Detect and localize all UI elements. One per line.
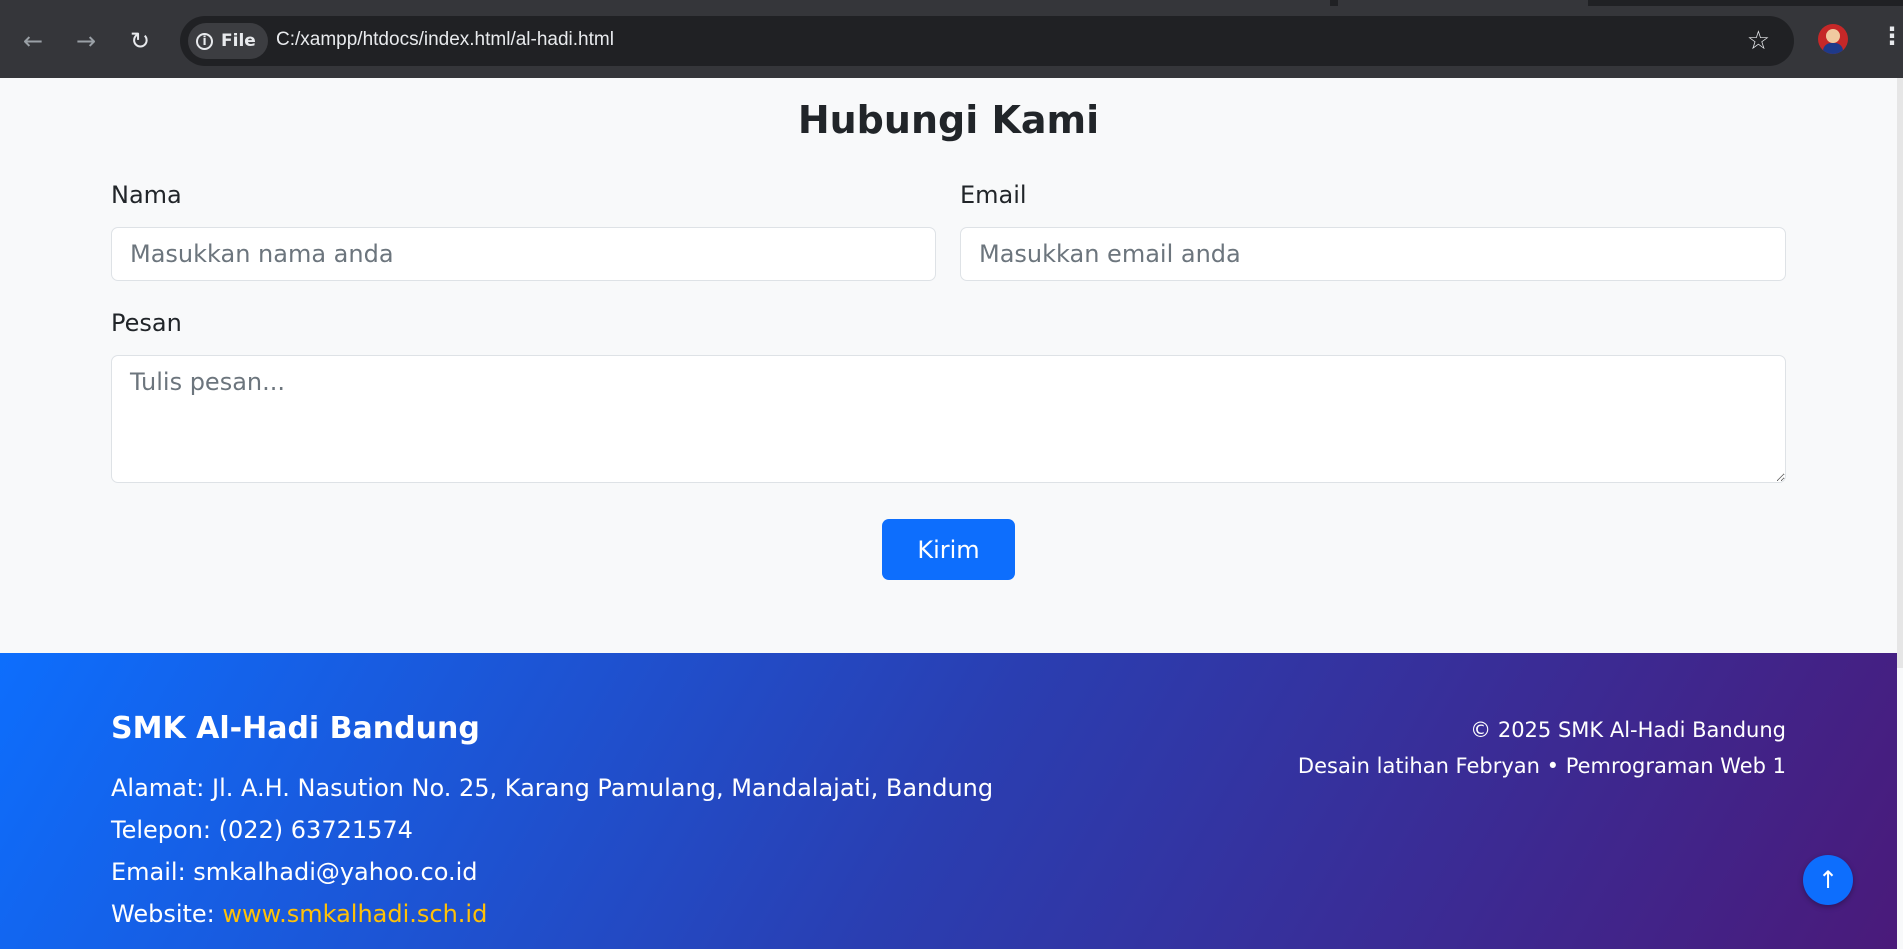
email-label: Email [960,181,1027,209]
name-label: Nama [111,181,182,209]
footer-brand: SMK Al-Hadi Bandung [111,711,480,746]
name-input[interactable] [111,227,936,281]
footer: SMK Al-Hadi Bandung Alamat: Jl. A.H. Nas… [0,653,1897,949]
submit-button[interactable]: Kirim [882,519,1015,580]
tab-edge [1338,0,1588,6]
email-input[interactable] [960,227,1786,281]
arrow-left-icon: ← [22,27,44,55]
info-icon: i [196,32,213,50]
contact-section: Hubungi Kami Nama Email Pesan Kirim [0,78,1897,653]
forward-button[interactable]: → [66,22,106,60]
scrollbar[interactable] [1897,78,1903,668]
kebab-menu-icon[interactable]: ⋮ [1880,22,1903,50]
address-bar[interactable]: i File C:/xampp/htdocs/index.html/al-had… [180,16,1794,66]
reload-icon: ↻ [129,27,151,55]
site-info-chip[interactable]: i File [188,23,268,59]
footer-email: Email: smkalhadi@yahoo.co.id [111,858,478,886]
footer-copyright: © 2025 SMK Al-Hadi Bandung [1470,718,1786,742]
footer-phone: Telepon: (022) 63721574 [111,816,413,844]
url-text[interactable]: C:/xampp/htdocs/index.html/al-hadi.html [276,29,614,51]
footer-website: Website: www.smkalhadi.sch.id [111,900,487,928]
arrow-right-icon: → [75,27,97,55]
back-button[interactable]: ← [13,22,53,60]
active-tab-edge [0,0,1330,6]
message-label: Pesan [111,309,182,337]
profile-avatar[interactable] [1818,24,1848,54]
footer-website-prefix: Website: [111,900,223,928]
contact-title: Hubungi Kami [797,98,1100,142]
site-chip-label: File [221,31,256,51]
browser-toolbar: ← → ↻ i File C:/xampp/htdocs/index.html/… [0,0,1903,78]
reload-button[interactable]: ↻ [120,22,160,60]
back-to-top-button[interactable]: ↑ [1803,855,1853,905]
arrow-up-icon: ↑ [1817,866,1839,894]
star-icon[interactable]: ☆ [1747,26,1770,56]
message-textarea[interactable] [111,355,1786,483]
footer-address: Alamat: Jl. A.H. Nasution No. 25, Karang… [111,774,994,802]
footer-credit: Desain latihan Febryan • Pemrograman Web… [1297,754,1786,778]
footer-website-link[interactable]: www.smkalhadi.sch.id [222,900,487,928]
